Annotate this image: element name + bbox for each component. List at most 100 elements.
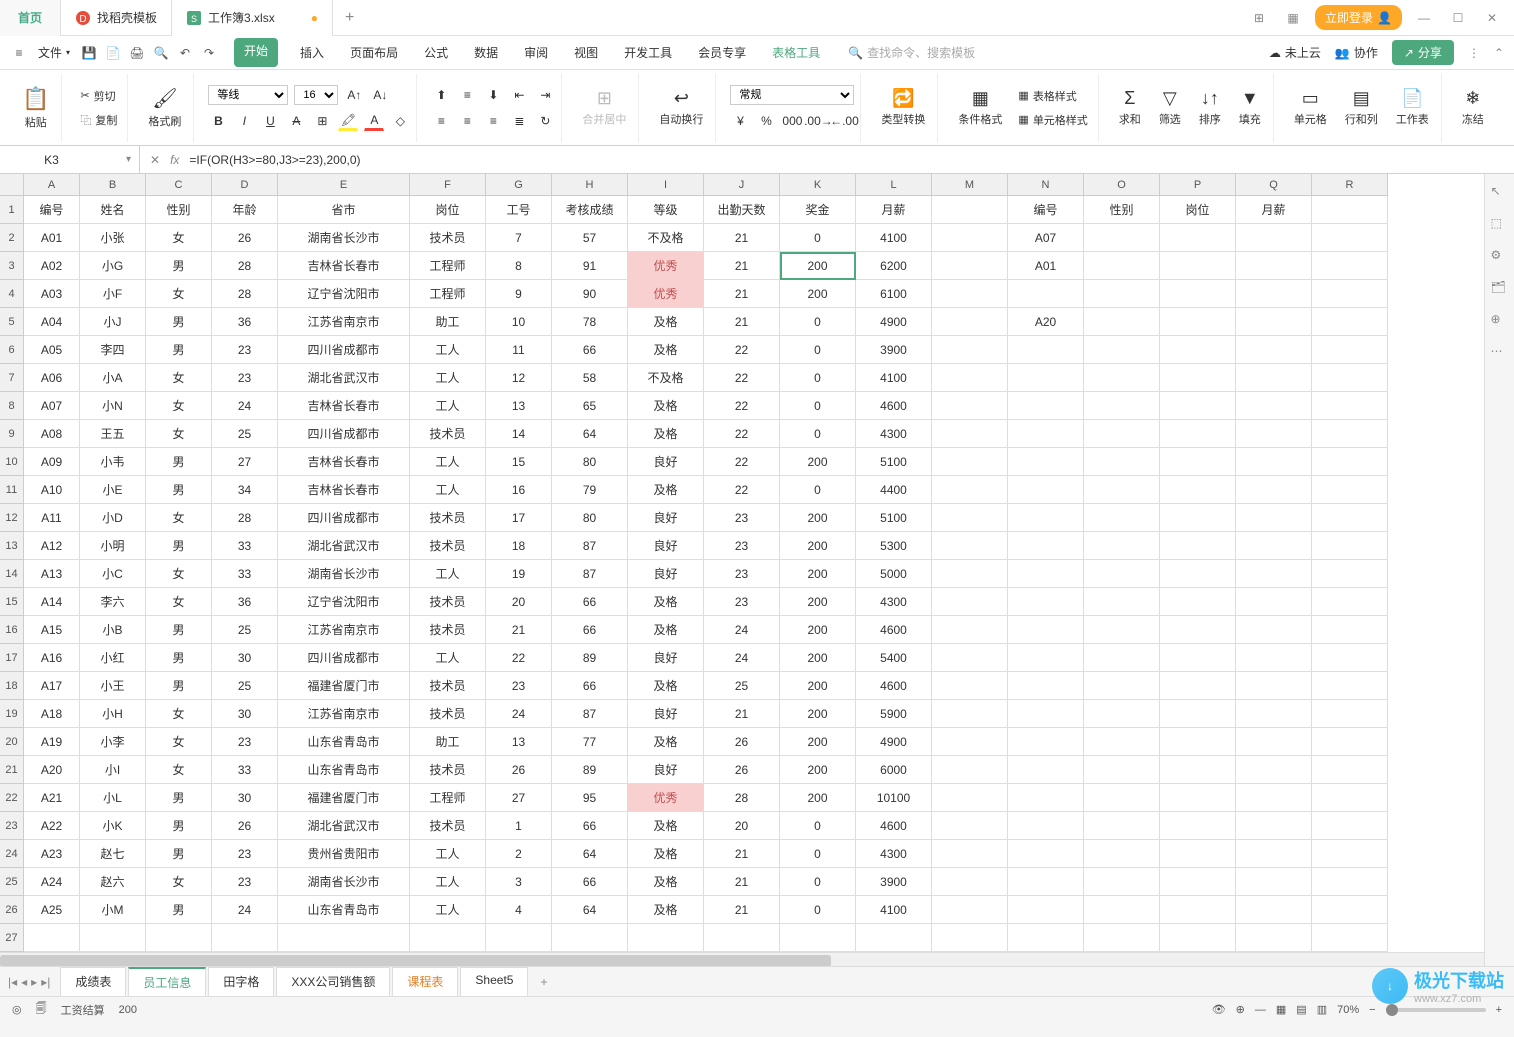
- cell-P21[interactable]: [1160, 756, 1236, 784]
- cell-A8[interactable]: A07: [24, 392, 80, 420]
- cell-J6[interactable]: 22: [704, 336, 780, 364]
- cell-H22[interactable]: 95: [552, 784, 628, 812]
- cell-D3[interactable]: 28: [212, 252, 278, 280]
- cell-N4[interactable]: [1008, 280, 1084, 308]
- cell-I6[interactable]: 及格: [628, 336, 704, 364]
- cell-C3[interactable]: 男: [146, 252, 212, 280]
- cell-B20[interactable]: 小李: [80, 728, 146, 756]
- cell-P25[interactable]: [1160, 868, 1236, 896]
- cell-E11[interactable]: 吉林省长春市: [278, 476, 410, 504]
- cell-Q5[interactable]: [1236, 308, 1312, 336]
- cell-H13[interactable]: 87: [552, 532, 628, 560]
- cell-G4[interactable]: 9: [486, 280, 552, 308]
- cell-L24[interactable]: 4300: [856, 840, 932, 868]
- cell-G23[interactable]: 1: [486, 812, 552, 840]
- close-button[interactable]: ✕: [1480, 11, 1504, 25]
- cell-K7[interactable]: 0: [780, 364, 856, 392]
- cell-D6[interactable]: 23: [212, 336, 278, 364]
- cell-M3[interactable]: [932, 252, 1008, 280]
- distribute-icon[interactable]: ≣: [509, 111, 529, 131]
- cell-L22[interactable]: 10100: [856, 784, 932, 812]
- cell-L12[interactable]: 5100: [856, 504, 932, 532]
- cell-K20[interactable]: 200: [780, 728, 856, 756]
- cell-E5[interactable]: 江苏省南京市: [278, 308, 410, 336]
- cell-G26[interactable]: 4: [486, 896, 552, 924]
- sheet-add-button[interactable]: +: [530, 975, 557, 989]
- menu-tab-view[interactable]: 视图: [570, 38, 602, 67]
- cell-J23[interactable]: 20: [704, 812, 780, 840]
- cell-F20[interactable]: 助工: [410, 728, 486, 756]
- cell-M26[interactable]: [932, 896, 1008, 924]
- cell-M23[interactable]: [932, 812, 1008, 840]
- cell-R1[interactable]: [1312, 196, 1388, 224]
- cell-N2[interactable]: A07: [1008, 224, 1084, 252]
- cell-P9[interactable]: [1160, 420, 1236, 448]
- cell-B15[interactable]: 李六: [80, 588, 146, 616]
- cell-L5[interactable]: 4900: [856, 308, 932, 336]
- cell-E15[interactable]: 辽宁省沈阳市: [278, 588, 410, 616]
- cell-J18[interactable]: 25: [704, 672, 780, 700]
- menu-tab-vip[interactable]: 会员专享: [694, 38, 750, 67]
- col-header-R[interactable]: R: [1312, 174, 1388, 195]
- cell-N11[interactable]: [1008, 476, 1084, 504]
- cell-H10[interactable]: 80: [552, 448, 628, 476]
- menu-tab-table-tools[interactable]: 表格工具: [768, 38, 824, 67]
- row-header-27[interactable]: 27: [0, 924, 23, 952]
- cell-F4[interactable]: 工程师: [410, 280, 486, 308]
- row-header-20[interactable]: 20: [0, 728, 23, 756]
- cell-O11[interactable]: [1084, 476, 1160, 504]
- cell-R19[interactable]: [1312, 700, 1388, 728]
- merge-button[interactable]: ⊞合并居中: [576, 88, 632, 127]
- cell-B27[interactable]: [80, 924, 146, 952]
- zoom-value[interactable]: 70%: [1337, 1004, 1359, 1016]
- cell-B26[interactable]: 小M: [80, 896, 146, 924]
- row-header-4[interactable]: 4: [0, 280, 23, 308]
- cell-N27[interactable]: [1008, 924, 1084, 952]
- cell-E22[interactable]: 福建省厦门市: [278, 784, 410, 812]
- cell-M14[interactable]: [932, 560, 1008, 588]
- cell-L16[interactable]: 4600: [856, 616, 932, 644]
- cell-I11[interactable]: 及格: [628, 476, 704, 504]
- sum-button[interactable]: Σ求和: [1113, 88, 1147, 127]
- cell-C20[interactable]: 女: [146, 728, 212, 756]
- cell-M8[interactable]: [932, 392, 1008, 420]
- cell-E3[interactable]: 吉林省长春市: [278, 252, 410, 280]
- cell-R25[interactable]: [1312, 868, 1388, 896]
- cell-L23[interactable]: 4600: [856, 812, 932, 840]
- cell-A3[interactable]: A02: [24, 252, 80, 280]
- cell-N8[interactable]: [1008, 392, 1084, 420]
- cell-L21[interactable]: 6000: [856, 756, 932, 784]
- cell-M24[interactable]: [932, 840, 1008, 868]
- paste-button[interactable]: 📋粘贴: [16, 86, 55, 130]
- cell-D23[interactable]: 26: [212, 812, 278, 840]
- cell-I2[interactable]: 不及格: [628, 224, 704, 252]
- cell-A9[interactable]: A08: [24, 420, 80, 448]
- record-icon[interactable]: ◎: [12, 1003, 22, 1016]
- cell-N1[interactable]: 编号: [1008, 196, 1084, 224]
- font-size-select[interactable]: 16: [294, 85, 338, 105]
- cell-button[interactable]: ▭单元格: [1288, 88, 1333, 127]
- cursor-icon[interactable]: ↖: [1491, 184, 1509, 202]
- cell-P20[interactable]: [1160, 728, 1236, 756]
- cell-O23[interactable]: [1084, 812, 1160, 840]
- type-convert-button[interactable]: 🔁类型转换: [875, 88, 931, 127]
- cell-K8[interactable]: 0: [780, 392, 856, 420]
- cell-G24[interactable]: 2: [486, 840, 552, 868]
- cell-A16[interactable]: A15: [24, 616, 80, 644]
- cell-L9[interactable]: 4300: [856, 420, 932, 448]
- cell-O17[interactable]: [1084, 644, 1160, 672]
- cell-H24[interactable]: 64: [552, 840, 628, 868]
- col-header-M[interactable]: M: [932, 174, 1008, 195]
- cell-E10[interactable]: 吉林省长春市: [278, 448, 410, 476]
- cell-C15[interactable]: 女: [146, 588, 212, 616]
- cell-C22[interactable]: 男: [146, 784, 212, 812]
- cell-I23[interactable]: 及格: [628, 812, 704, 840]
- cell-R7[interactable]: [1312, 364, 1388, 392]
- cell-M18[interactable]: [932, 672, 1008, 700]
- center-icon[interactable]: ⊕: [1236, 1003, 1245, 1016]
- row-header-13[interactable]: 13: [0, 532, 23, 560]
- cell-O20[interactable]: [1084, 728, 1160, 756]
- cell-D5[interactable]: 36: [212, 308, 278, 336]
- row-header-12[interactable]: 12: [0, 504, 23, 532]
- cell-J9[interactable]: 22: [704, 420, 780, 448]
